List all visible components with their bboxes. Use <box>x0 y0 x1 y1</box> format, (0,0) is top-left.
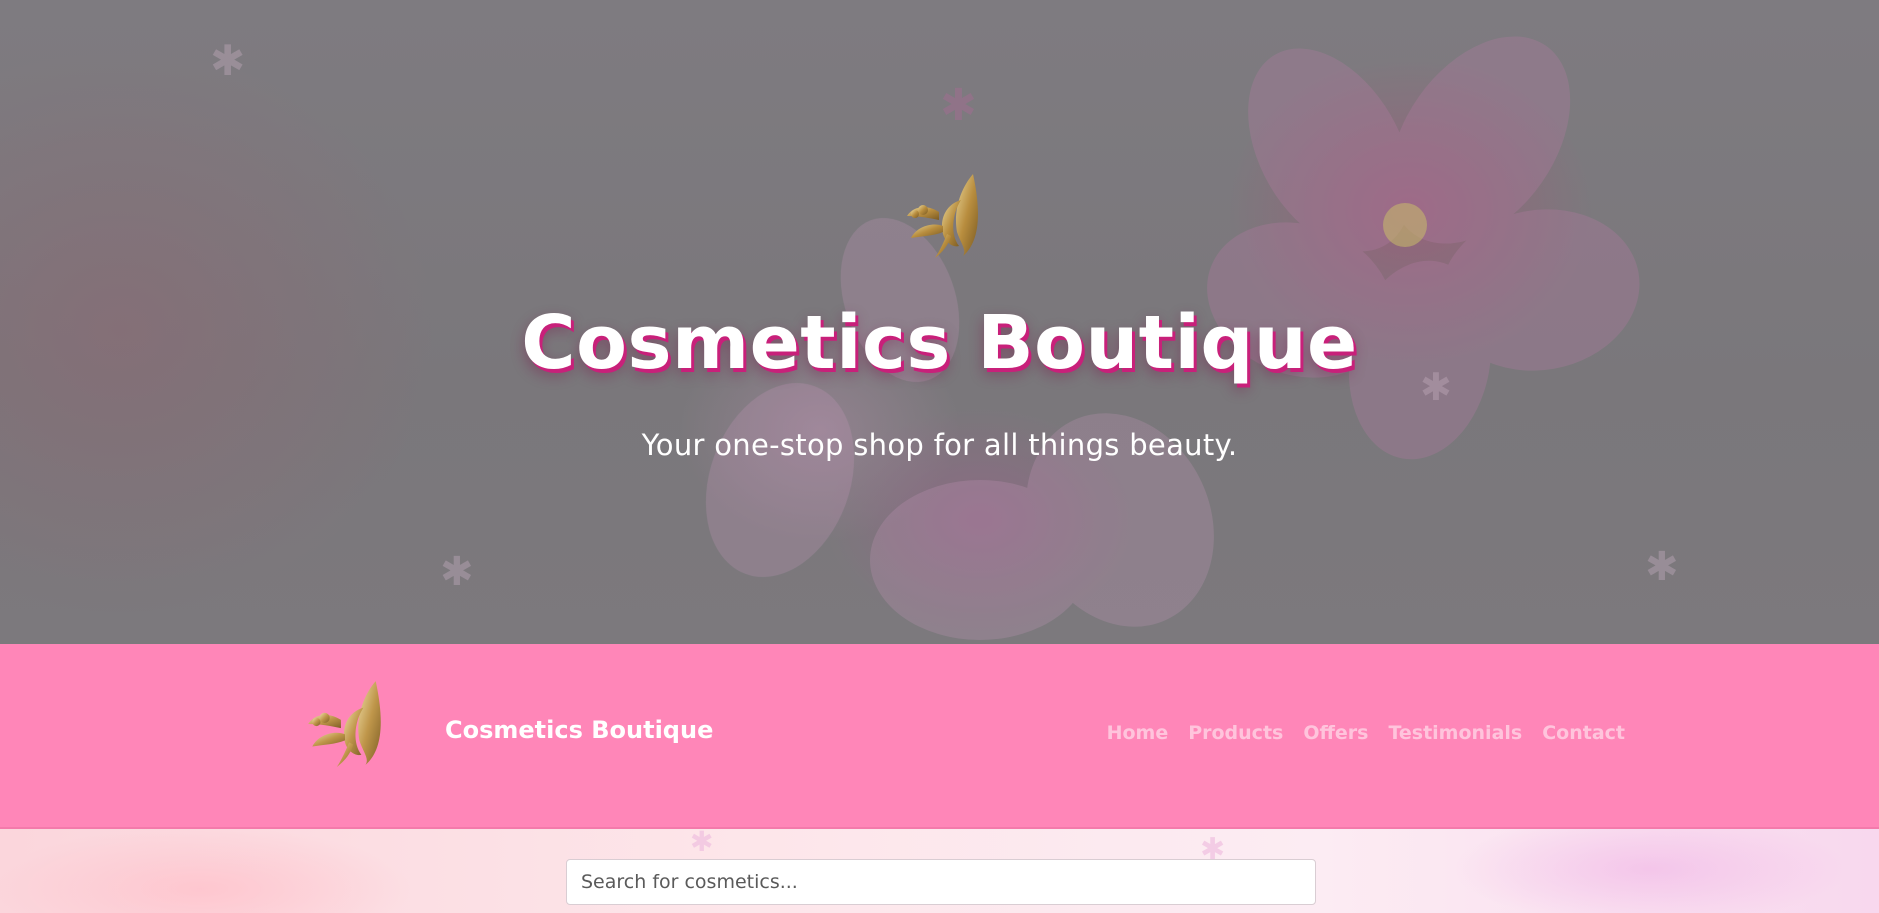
search-input[interactable] <box>566 859 1316 905</box>
hero-banner: ✱ ✱ ✱ ✱ ✱ Cosmetics Boutique Your one-st… <box>0 0 1879 644</box>
svg-text:✱: ✱ <box>210 36 245 85</box>
svg-text:✱: ✱ <box>690 829 713 858</box>
navbar: Cosmetics Boutique Home Products Offers … <box>0 644 1879 829</box>
nav-link-home[interactable]: Home <box>1107 722 1169 744</box>
svg-text:✱: ✱ <box>1645 544 1679 590</box>
hero-subtitle: Your one-stop shop for all things beauty… <box>641 428 1238 462</box>
brand-name[interactable]: Cosmetics Boutique <box>445 716 713 744</box>
butterfly-face-logo-icon <box>907 174 978 258</box>
butterfly-face-logo-icon[interactable] <box>303 677 385 769</box>
nav-link-testimonials[interactable]: Testimonials <box>1388 722 1522 744</box>
nav-link-offers[interactable]: Offers <box>1303 722 1368 744</box>
svg-text:✱: ✱ <box>940 80 977 131</box>
nav-link-contact[interactable]: Contact <box>1542 722 1625 744</box>
search-section: ✱ ✱ <box>0 829 1879 913</box>
nav-links: Home Products Offers Testimonials Contac… <box>1107 722 1625 744</box>
svg-text:✱: ✱ <box>440 549 474 595</box>
hero-title: Cosmetics Boutique <box>521 300 1358 386</box>
nav-link-products[interactable]: Products <box>1188 722 1283 744</box>
